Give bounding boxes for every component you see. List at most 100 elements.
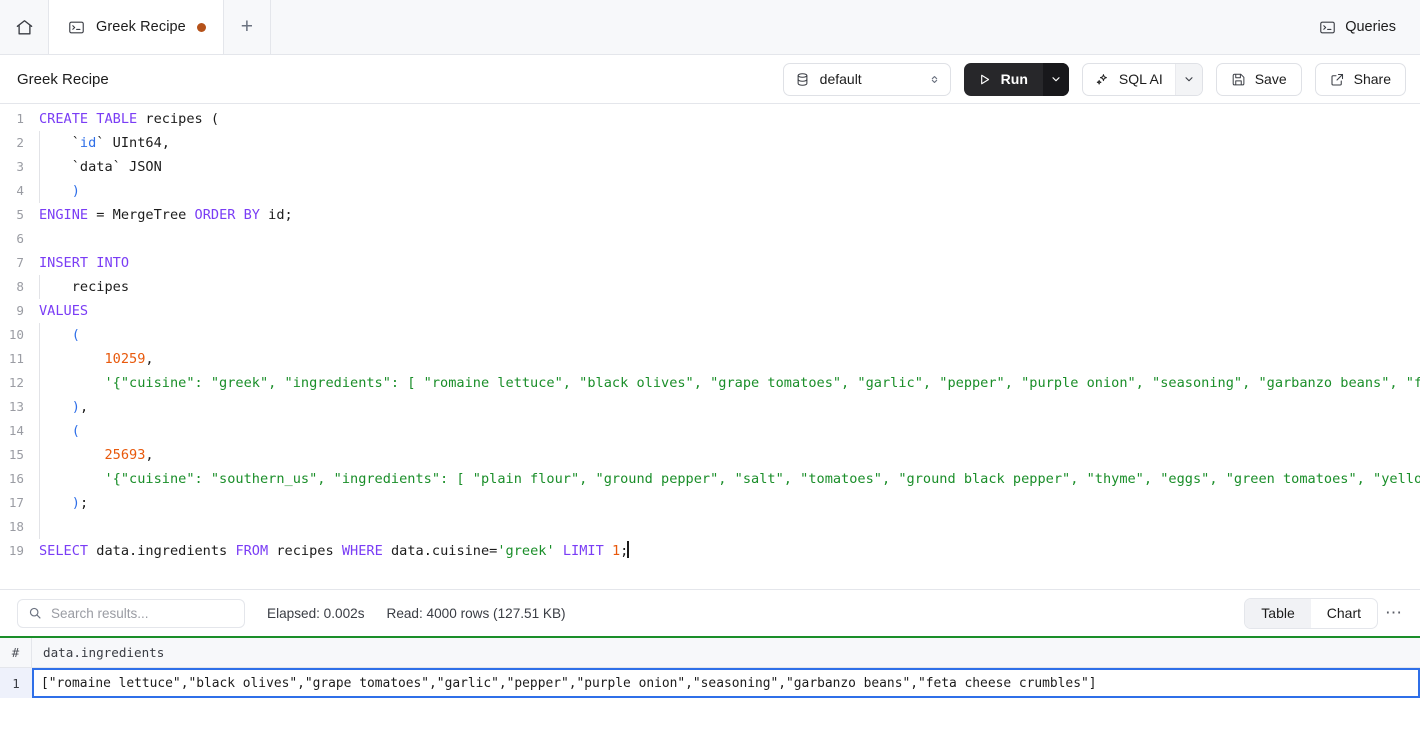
code-content[interactable]: ( [29, 323, 80, 347]
code-token: ` [39, 135, 80, 151]
code-line[interactable]: 7INSERT INTO [0, 251, 1420, 275]
play-icon [977, 72, 992, 87]
line-number: 9 [0, 299, 29, 323]
code-content[interactable]: recipes [29, 275, 129, 299]
home-icon [15, 18, 34, 37]
code-content[interactable]: '{"cuisine": "greek", "ingredients": [ "… [29, 371, 1420, 395]
results-more-options-button[interactable]: ⋯ [1378, 598, 1410, 629]
chevron-down-icon [1050, 73, 1062, 85]
code-content[interactable]: VALUES [29, 299, 88, 323]
code-content[interactable]: `data` JSON [29, 155, 162, 179]
code-token: data.ingredients [88, 543, 235, 559]
share-button[interactable]: Share [1315, 63, 1406, 96]
sql-ai-button[interactable]: SQL AI [1083, 64, 1175, 95]
code-content[interactable]: ) [29, 179, 80, 203]
code-content[interactable]: ENGINE = MergeTree ORDER BY id; [29, 203, 293, 227]
code-content[interactable]: ( [29, 419, 80, 443]
sql-ai-label: SQL AI [1119, 71, 1163, 87]
code-content[interactable]: `id` UInt64, [29, 131, 170, 155]
search-icon [28, 606, 42, 620]
document-title: Greek Recipe [17, 71, 109, 88]
run-button[interactable]: Run [964, 63, 1043, 96]
save-button[interactable]: Save [1216, 63, 1302, 96]
code-content[interactable] [29, 227, 39, 251]
queries-button[interactable]: Queries [1307, 0, 1420, 54]
table-cell[interactable]: ["romaine lettuce","black olives","grape… [32, 668, 1420, 698]
code-token: LIMIT [563, 543, 604, 559]
code-token: data.cuisine= [383, 543, 498, 559]
run-button-group[interactable]: Run [964, 63, 1069, 96]
new-tab-button[interactable]: + [224, 0, 271, 54]
tab-label: Greek Recipe [96, 19, 186, 35]
code-token: , [145, 447, 153, 463]
code-line[interactable]: 18 [0, 515, 1420, 539]
code-line[interactable]: 2 `id` UInt64, [0, 131, 1420, 155]
view-mode-toggle[interactable]: Table Chart [1244, 598, 1378, 629]
line-number: 8 [0, 275, 29, 299]
code-line[interactable]: 6 [0, 227, 1420, 251]
tab-chart[interactable]: Chart [1311, 599, 1377, 628]
text-cursor [627, 541, 629, 558]
save-label: Save [1255, 71, 1287, 87]
code-line[interactable]: 4 ) [0, 179, 1420, 203]
code-token [604, 543, 612, 559]
code-token: recipes [137, 111, 211, 127]
plus-icon: + [241, 15, 253, 39]
code-token [39, 351, 104, 367]
code-line[interactable]: 12 '{"cuisine": "greek", "ingredients": … [0, 371, 1420, 395]
code-content[interactable]: 10259, [29, 347, 154, 371]
code-token: '{"cuisine": "greek", "ingredients": [ "… [104, 375, 1420, 391]
code-content[interactable]: ), [29, 395, 88, 419]
code-token: '{"cuisine": "southern_us", "ingredients… [104, 471, 1420, 487]
code-line[interactable]: 17 ); [0, 491, 1420, 515]
tab-modified-dot [197, 23, 206, 32]
code-content[interactable]: CREATE TABLE recipes ( [29, 107, 219, 131]
code-token: ; [80, 495, 88, 511]
code-token: id [80, 135, 96, 151]
code-line[interactable]: 3 `data` JSON [0, 155, 1420, 179]
home-button[interactable] [0, 0, 49, 54]
line-number: 4 [0, 179, 29, 203]
code-token: , [145, 351, 153, 367]
code-token: = MergeTree [88, 207, 194, 223]
terminal-icon [68, 19, 85, 36]
sql-ai-button-group[interactable]: SQL AI [1082, 63, 1203, 96]
run-dropdown-button[interactable] [1043, 63, 1069, 96]
code-content[interactable]: ); [29, 491, 88, 515]
sql-editor[interactable]: 1CREATE TABLE recipes (2 `id` UInt64,3 `… [0, 104, 1420, 589]
database-name: default [820, 71, 918, 87]
floppy-disk-icon [1231, 72, 1246, 87]
search-results-input[interactable] [51, 606, 234, 621]
code-line[interactable]: 19SELECT data.ingredients FROM recipes W… [0, 539, 1420, 563]
indent-guide [39, 275, 40, 299]
code-line[interactable]: 14 ( [0, 419, 1420, 443]
column-header-data-ingredients[interactable]: data.ingredients [32, 638, 1420, 667]
code-content[interactable]: '{"cuisine": "southern_us", "ingredients… [29, 467, 1420, 491]
code-line[interactable]: 15 25693, [0, 443, 1420, 467]
database-selector[interactable]: default [783, 63, 951, 96]
code-line[interactable]: 10 ( [0, 323, 1420, 347]
code-content[interactable]: INSERT INTO [29, 251, 129, 275]
code-line[interactable]: 8 recipes [0, 275, 1420, 299]
indent-guide [39, 323, 40, 539]
code-content[interactable]: SELECT data.ingredients FROM recipes WHE… [29, 539, 629, 563]
code-line[interactable]: 9VALUES [0, 299, 1420, 323]
code-token [39, 471, 104, 487]
tab-greek-recipe[interactable]: Greek Recipe [49, 0, 224, 54]
code-line[interactable]: 1CREATE TABLE recipes ( [0, 107, 1420, 131]
code-line[interactable]: 16 '{"cuisine": "southern_us", "ingredie… [0, 467, 1420, 491]
tab-table[interactable]: Table [1245, 599, 1310, 628]
search-results-box[interactable] [17, 599, 245, 628]
code-line[interactable]: 13 ), [0, 395, 1420, 419]
results-table-header: # data.ingredients [0, 638, 1420, 668]
code-token [39, 495, 72, 511]
sql-ai-dropdown-button[interactable] [1175, 64, 1202, 95]
code-content[interactable]: 25693, [29, 443, 154, 467]
code-line[interactable]: 11 10259, [0, 347, 1420, 371]
code-line[interactable]: 5ENGINE = MergeTree ORDER BY id; [0, 203, 1420, 227]
table-row[interactable]: 1["romaine lettuce","black olives","grap… [0, 668, 1420, 698]
chevron-down-icon [1183, 73, 1195, 85]
code-content[interactable] [29, 515, 39, 539]
code-token: `data` JSON [39, 159, 162, 175]
code-token [39, 447, 104, 463]
